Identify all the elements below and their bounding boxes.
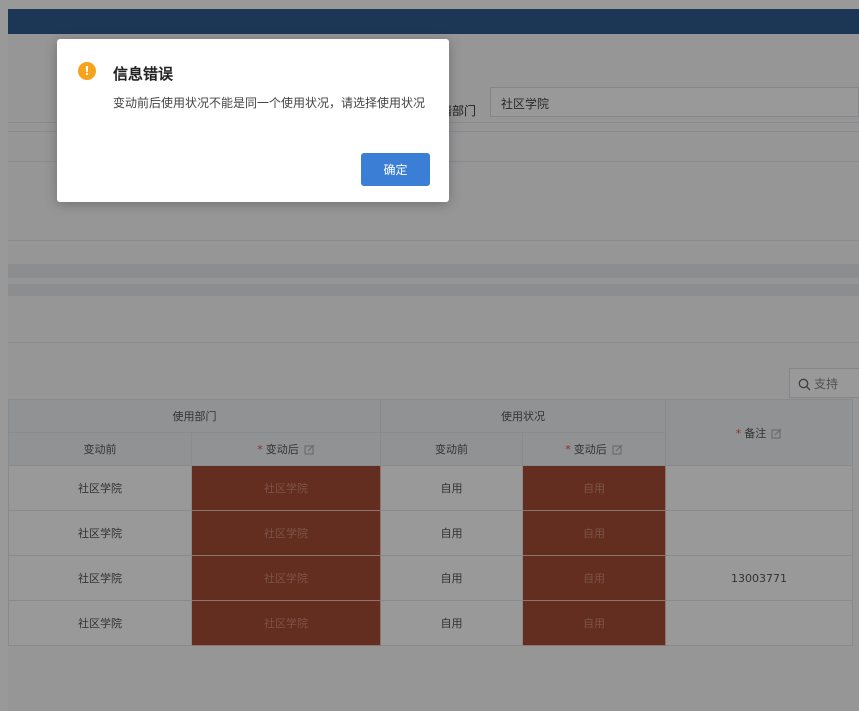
confirm-button[interactable]: 确定 [361, 153, 430, 186]
error-dialog: ! 信息错误 变动前后使用状况不能是同一个使用状况，请选择使用状况 确定 [57, 39, 449, 202]
dialog-title: 信息错误 [113, 65, 174, 83]
dialog-message: 变动前后使用状况不能是同一个使用状况，请选择使用状况 [113, 96, 426, 110]
warning-icon: ! [78, 62, 96, 80]
